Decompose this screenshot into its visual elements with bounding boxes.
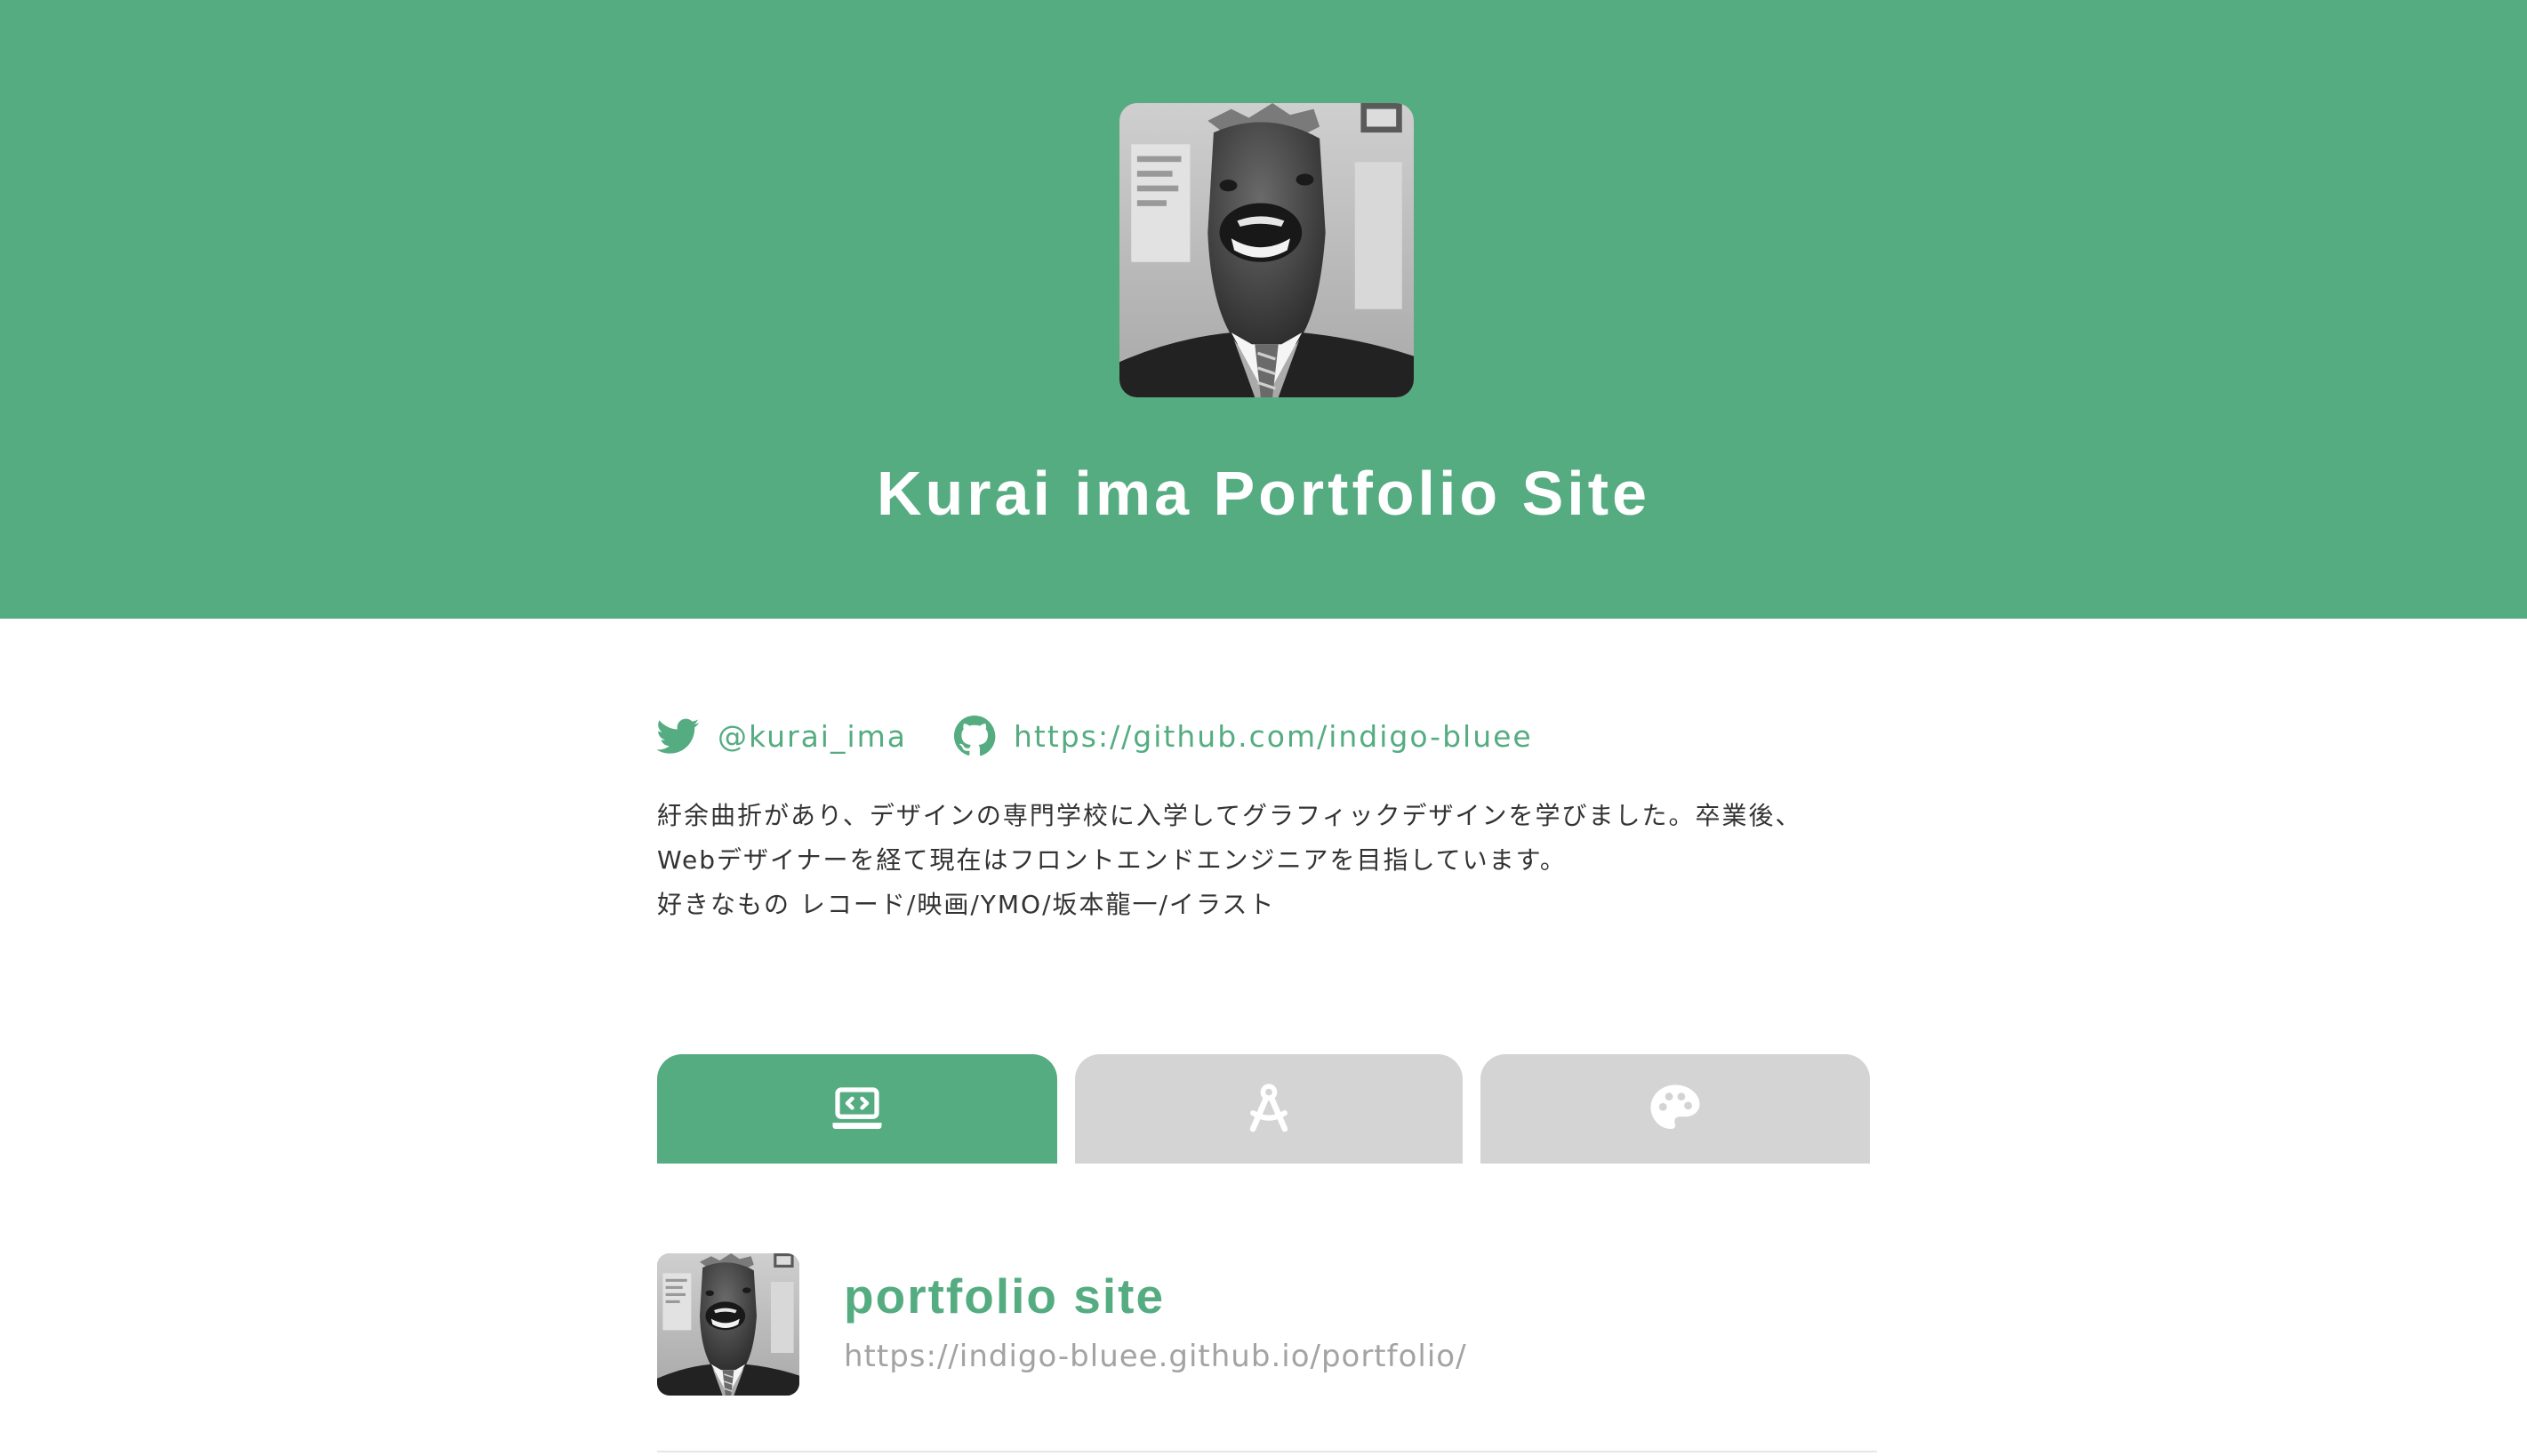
drafting-compass-icon bbox=[1249, 1083, 1288, 1132]
hero-header: Kurai ima Portfolio Site bbox=[0, 0, 2527, 619]
bio-line: Webデザイナーを経て現在はフロントエンドエンジニアを目指しています。 bbox=[657, 845, 1567, 875]
twitter-icon bbox=[657, 718, 700, 754]
tab-illustration[interactable] bbox=[1480, 1054, 1870, 1164]
horse-mask-photo bbox=[1119, 103, 1414, 397]
github-url: https://github.com/indigo-bluee bbox=[1014, 718, 1533, 754]
github-link[interactable]: https://github.com/indigo-bluee bbox=[953, 715, 1533, 757]
work-thumbnail bbox=[657, 1253, 799, 1396]
palette-icon bbox=[1650, 1084, 1700, 1129]
twitter-link[interactable]: @kurai_ima bbox=[657, 715, 907, 757]
bio-line: 紆余曲折があり、デザインの専門学校に入学してグラフィックデザインを学びました。卒… bbox=[657, 801, 1802, 830]
page-title: Kurai ima Portfolio Site bbox=[877, 459, 1650, 528]
tab-coding[interactable] bbox=[657, 1054, 1057, 1164]
work-url[interactable]: https://indigo-bluee.github.io/portfolio… bbox=[844, 1339, 1467, 1374]
work-card[interactable]: portfolio site https://indigo-bluee.gith… bbox=[657, 1253, 1877, 1396]
work-title[interactable]: portfolio site bbox=[844, 1268, 1165, 1324]
profile-avatar bbox=[1119, 103, 1414, 397]
bio-line: 好きなもの レコード/映画/YMO/坂本龍一/イラスト bbox=[657, 890, 1276, 919]
category-tabs bbox=[657, 1054, 1870, 1164]
horse-mask-photo bbox=[657, 1253, 799, 1396]
tab-design[interactable] bbox=[1075, 1054, 1463, 1164]
laptop-code-icon bbox=[832, 1086, 882, 1129]
bio-text: 紆余曲折があり、デザインの専門学校に入学してグラフィックデザインを学びました。卒… bbox=[657, 794, 1902, 927]
github-icon bbox=[954, 716, 996, 756]
divider bbox=[657, 1451, 1877, 1452]
social-links: @kurai_ima https://github.com/indigo-blu… bbox=[657, 708, 1533, 764]
twitter-handle: @kurai_ima bbox=[718, 718, 908, 754]
